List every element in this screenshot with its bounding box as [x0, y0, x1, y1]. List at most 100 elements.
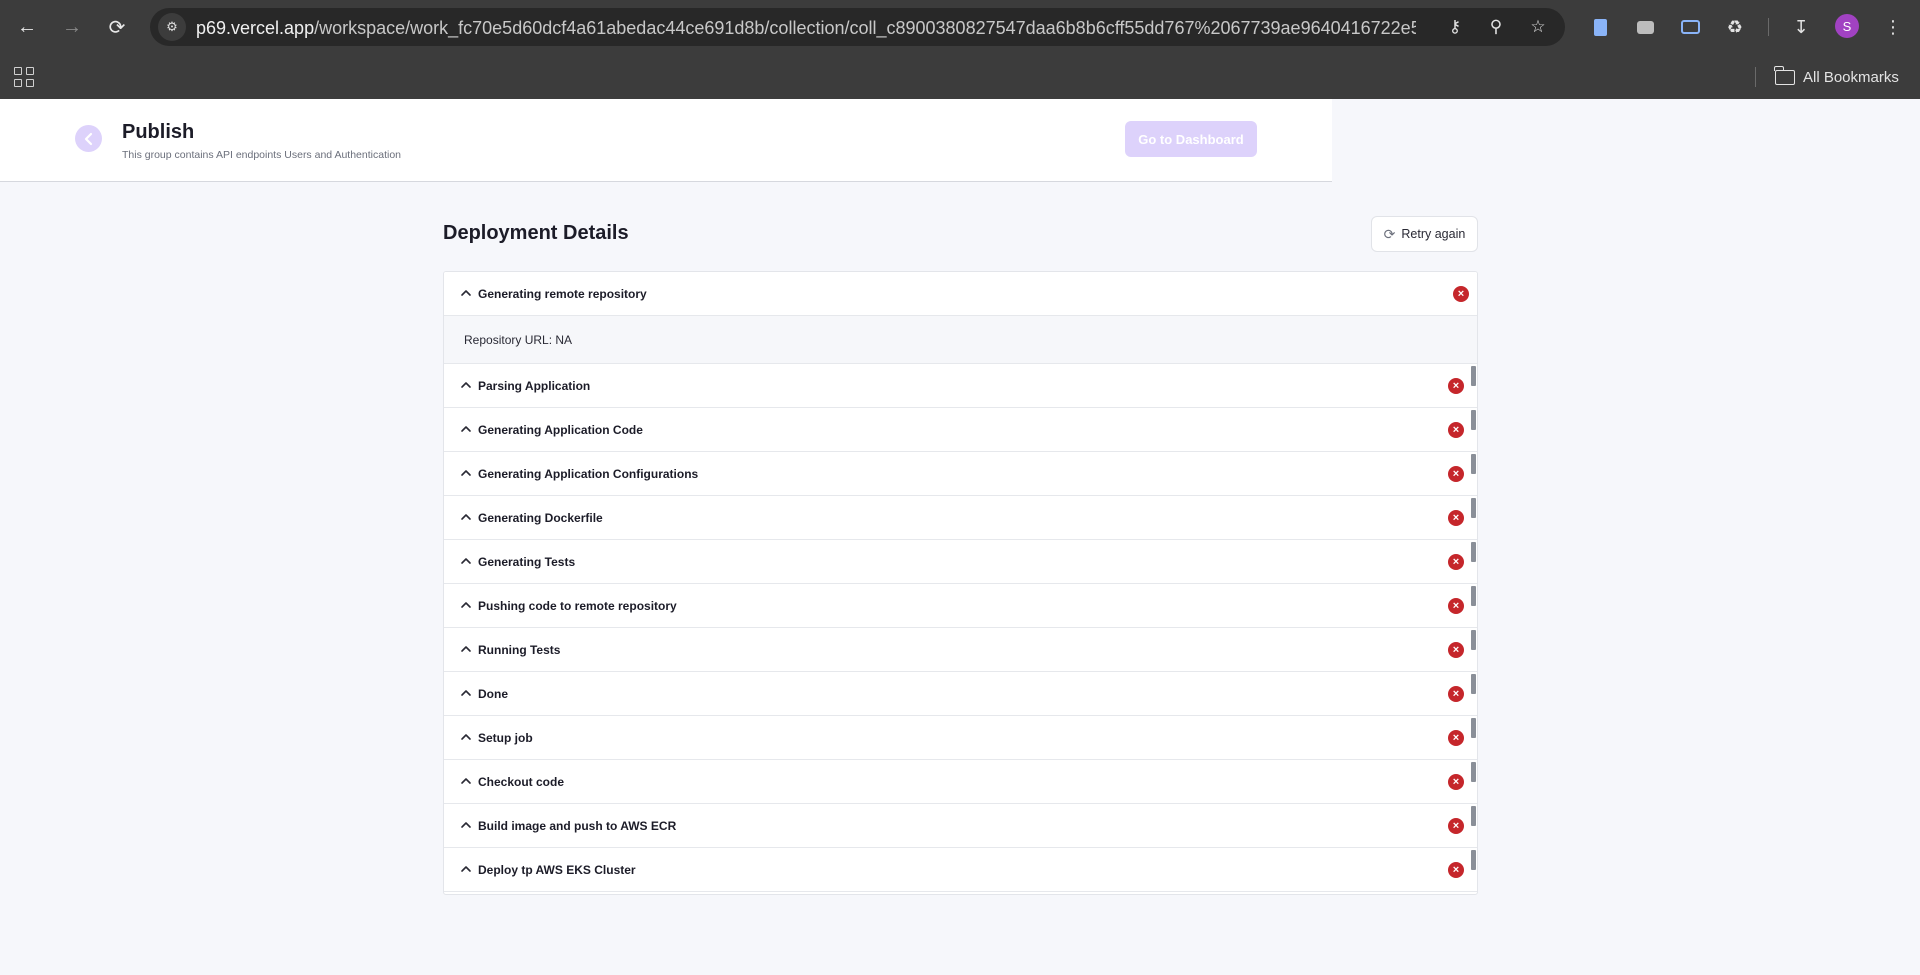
step-row[interactable]: Pushing code to remote repository ×: [444, 584, 1477, 628]
step-row[interactable]: Generating remote repository ×: [444, 272, 1477, 316]
back-button[interactable]: [75, 125, 102, 152]
site-info-icon[interactable]: ⚙: [158, 13, 186, 41]
error-status-icon: ×: [1448, 774, 1464, 790]
scrollbar-segment[interactable]: [1471, 718, 1476, 738]
bookmark-star-icon[interactable]: ☆: [1525, 14, 1551, 40]
chevron-up-icon[interactable]: [459, 774, 473, 788]
download-icon[interactable]: ↧: [1786, 12, 1816, 42]
deployment-details-title: Deployment Details: [443, 222, 629, 244]
step-label: Build image and push to AWS ECR: [478, 819, 677, 833]
all-bookmarks-label: All Bookmarks: [1803, 68, 1899, 86]
reload-icon[interactable]: ⟳: [102, 12, 132, 42]
camera-icon[interactable]: [1630, 12, 1660, 42]
chevron-up-icon[interactable]: [459, 730, 473, 744]
folder-icon: [1774, 65, 1795, 85]
go-to-dashboard-button[interactable]: Go to Dashboard: [1125, 121, 1257, 157]
screen-record-icon[interactable]: [1675, 12, 1705, 42]
step-row[interactable]: Generating Tests ×: [444, 540, 1477, 584]
step-row[interactable]: Deploy tp AWS EKS Cluster ×: [444, 848, 1477, 892]
step-row[interactable]: Running Tests ×: [444, 628, 1477, 672]
chevron-left-icon: [84, 132, 92, 145]
scrollbar-segment[interactable]: [1471, 850, 1476, 870]
scrollbar-segment[interactable]: [1471, 498, 1476, 518]
page-title: Publish: [122, 121, 195, 143]
url-host: p69.vercel.app: [196, 18, 315, 38]
forward-arrow-icon[interactable]: →: [57, 12, 87, 42]
step-label: Generating Tests: [478, 555, 576, 569]
step-label: Generating Dockerfile: [478, 511, 603, 525]
app-header: Publish This group contains API endpoint…: [0, 99, 1332, 182]
step-row[interactable]: Parsing Application ×: [444, 364, 1477, 408]
chevron-up-icon[interactable]: [459, 466, 473, 480]
url-text[interactable]: p69.vercel.app/workspace/work_fc70e5d60d…: [196, 18, 1416, 39]
step-row[interactable]: Checkout code ×: [444, 760, 1477, 804]
error-status-icon: ×: [1448, 466, 1464, 482]
step-row[interactable]: Build image and push to AWS ECR ×: [444, 804, 1477, 848]
menu-kebab-icon[interactable]: ⋮: [1878, 12, 1908, 42]
step-row[interactable]: Generating Application Code ×: [444, 408, 1477, 452]
step-label: Generating Application Configurations: [478, 467, 699, 481]
step-row[interactable]: Setup job ×: [444, 716, 1477, 760]
step-label: Deploy tp AWS EKS Cluster: [478, 863, 636, 877]
error-status-icon: ×: [1448, 554, 1464, 570]
chevron-up-icon[interactable]: [459, 378, 473, 392]
error-status-icon: ×: [1448, 422, 1464, 438]
step-label: Setup job: [478, 731, 533, 745]
password-key-icon[interactable]: ⚷: [1442, 14, 1468, 40]
step-label: Parsing Application: [478, 379, 591, 393]
step-label: Generating remote repository: [478, 287, 647, 301]
chevron-up-icon[interactable]: [459, 510, 473, 524]
step-row[interactable]: Generating Dockerfile ×: [444, 496, 1477, 540]
refresh-icon: ⟳: [1383, 225, 1396, 242]
step-label: Checkout code: [478, 775, 565, 789]
error-status-icon: ×: [1448, 730, 1464, 746]
scrollbar-segment[interactable]: [1471, 454, 1476, 474]
bookmarks-divider: [1755, 67, 1756, 87]
chevron-up-icon[interactable]: [459, 862, 473, 876]
profile-avatar[interactable]: S: [1835, 14, 1859, 38]
scrollbar-segment[interactable]: [1471, 630, 1476, 650]
deployment-steps-panel: Repository URL: NA Generating remote rep…: [443, 271, 1478, 895]
error-status-icon: ×: [1448, 818, 1464, 834]
scrollbar-segment[interactable]: [1471, 586, 1476, 606]
extensions-puzzle-icon[interactable]: ♻: [1720, 12, 1750, 42]
browser-toolbar: ← → ⟳ ⚙ p69.vercel.app/workspace/work_fc…: [0, 0, 1920, 55]
scrollbar-segment[interactable]: [1471, 366, 1476, 386]
toolbar-divider: [1768, 18, 1769, 36]
scrollbar-segment[interactable]: [1471, 410, 1476, 430]
step-label: Done: [478, 687, 508, 701]
chevron-up-icon[interactable]: [459, 642, 473, 656]
error-status-icon: ×: [1448, 686, 1464, 702]
step-label: Running Tests: [478, 643, 561, 657]
scrollbar-segment[interactable]: [1471, 762, 1476, 782]
retry-label: Retry again: [1401, 227, 1466, 241]
chevron-up-icon[interactable]: [459, 554, 473, 568]
chevron-up-icon[interactable]: [459, 422, 473, 436]
all-bookmarks-button[interactable]: All Bookmarks: [1774, 65, 1899, 89]
chevron-up-icon[interactable]: [459, 818, 473, 832]
back-arrow-icon[interactable]: ←: [12, 12, 42, 42]
scrollbar-segment[interactable]: [1471, 674, 1476, 694]
scrollbar-segment[interactable]: [1471, 806, 1476, 826]
scrollbar-segment[interactable]: [1471, 542, 1476, 562]
step-row[interactable]: Done ×: [444, 672, 1477, 716]
address-bar[interactable]: ⚙ p69.vercel.app/workspace/work_fc70e5d6…: [150, 8, 1565, 46]
zoom-icon[interactable]: ⚲: [1483, 14, 1509, 40]
chevron-up-icon[interactable]: [459, 686, 473, 700]
chevron-up-icon[interactable]: [459, 598, 473, 612]
error-status-icon: ×: [1448, 598, 1464, 614]
apps-grid-icon[interactable]: [12, 65, 36, 89]
extension-document-icon[interactable]: [1585, 12, 1615, 42]
error-status-icon: ×: [1448, 510, 1464, 526]
retry-again-button[interactable]: ⟳ Retry again: [1371, 216, 1478, 252]
error-status-icon: ×: [1448, 862, 1464, 878]
error-status-icon: ×: [1448, 642, 1464, 658]
url-path: /workspace/work_fc70e5d60dcf4a61abedac44…: [314, 18, 1416, 38]
page-subtitle: This group contains API endpoints Users …: [122, 149, 402, 161]
repository-url-row: Repository URL: NA: [444, 316, 1477, 364]
bookmarks-bar: All Bookmarks: [0, 55, 1920, 99]
chevron-up-icon[interactable]: [459, 286, 473, 300]
step-row[interactable]: Generating Application Configurations ×: [444, 452, 1477, 496]
repository-url-text: Repository URL: NA: [464, 333, 573, 347]
step-label: Generating Application Code: [478, 423, 643, 437]
